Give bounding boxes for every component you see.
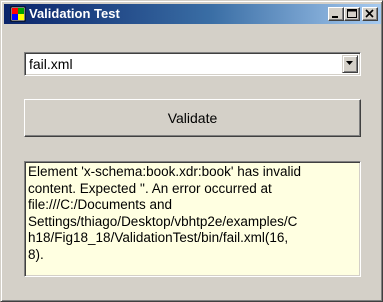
validation-output-box[interactable]: Element 'x-schema:book.xdr:book' has inv…: [24, 161, 361, 277]
chevron-down-icon: [346, 61, 353, 65]
app-icon[interactable]: [10, 6, 26, 22]
application-window: Validation Test fail.xml Validate Elemen…: [0, 0, 383, 302]
maximize-button[interactable]: [344, 7, 360, 21]
close-button[interactable]: [362, 7, 378, 21]
minimize-button[interactable]: [328, 7, 344, 21]
close-icon: [365, 9, 374, 18]
file-selector-dropdown-button[interactable]: [342, 55, 358, 73]
validation-output-text: Element 'x-schema:book.xdr:book' has inv…: [28, 164, 302, 262]
maximize-icon: [347, 9, 357, 18]
minimize-icon: [332, 16, 338, 18]
window-title: Validation Test: [29, 6, 120, 21]
file-selector-value: fail.xml: [29, 56, 73, 72]
file-selector-combobox[interactable]: fail.xml: [24, 52, 361, 76]
validate-button[interactable]: Validate: [24, 99, 361, 137]
title-bar[interactable]: Validation Test: [4, 4, 381, 24]
